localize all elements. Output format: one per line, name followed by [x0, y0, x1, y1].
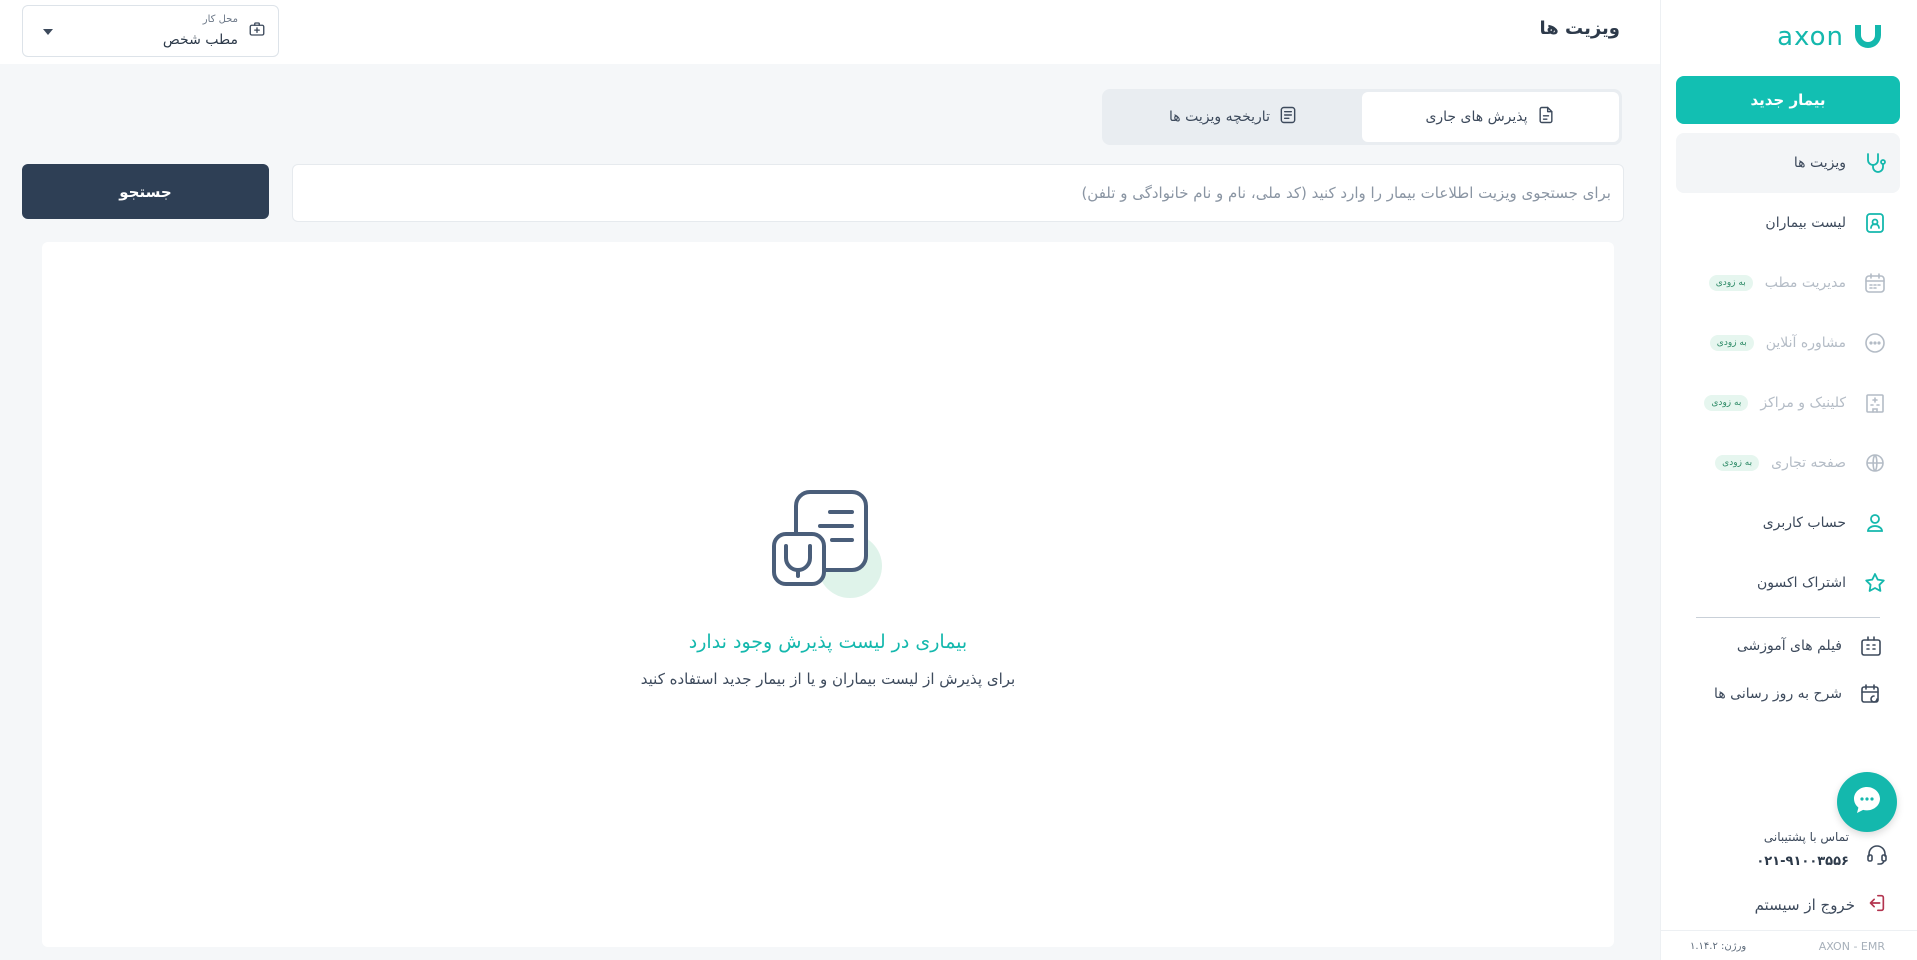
medical-bag-icon: [248, 20, 266, 42]
globe-icon: [1862, 450, 1888, 476]
tab-label: تاریخچه ویزیت ها: [1169, 109, 1270, 125]
support-title: تماس با پشتیبانی: [1763, 830, 1849, 844]
support-phone: ۰۲۱-۹۱۰۰۳۵۵۶: [1756, 854, 1849, 869]
user-icon: [1862, 510, 1888, 536]
empty-state-card: بیماری در لیست پذیرش وجود ندارد برای پذی…: [42, 242, 1614, 947]
sidebar: axon بیمار جدید ویزیت ها لیست بیماران مد…: [1660, 0, 1917, 960]
tab-label: پذیرش های جاری: [1425, 109, 1528, 125]
app-root: ویزیت ها محل کار مطب شخص پذیرش های جاری …: [0, 0, 1917, 960]
sidebar-item-label: حساب کاربری: [1762, 515, 1846, 531]
empty-state-subtitle: برای پذیرش از لیست بیماران و یا از بیمار…: [640, 670, 1016, 688]
sidebar-footer: AXON - EMR ورژن: ۱.۱۴.۲: [1660, 930, 1917, 960]
top-header: ویزیت ها محل کار مطب شخص: [0, 0, 1660, 64]
support-chat-button[interactable]: [1837, 772, 1897, 832]
sidebar-item-label: اشتراک اکسون: [1757, 575, 1846, 591]
sidebar-item-label: مشاوره آنلاین: [1765, 335, 1846, 351]
sidebar-item-tutorial-videos[interactable]: فیلم های آموزشی: [1676, 622, 1900, 670]
sidebar-item-online-consultation[interactable]: مشاوره آنلاین به زودی: [1676, 313, 1900, 373]
video-tutorial-icon: [1858, 633, 1884, 659]
workplace-value: مطب شخص: [162, 32, 238, 48]
calendar-icon: [1862, 270, 1888, 296]
coming-soon-badge: به زودی: [1715, 455, 1760, 471]
footer-brand: AXON - EMR: [1818, 940, 1885, 953]
page-title: ویزیت ها: [1539, 18, 1620, 39]
coming-soon-badge: به زودی: [1708, 275, 1753, 291]
tab-current-admissions[interactable]: پذیرش های جاری: [1362, 92, 1619, 142]
empty-clipboard-stethoscope-icon: [772, 488, 882, 602]
logout-button[interactable]: خروج از سیستم: [1755, 892, 1887, 918]
headset-icon: [1865, 842, 1889, 870]
document-icon: [1536, 105, 1556, 129]
stethoscope-icon: [1862, 150, 1888, 176]
coming-soon-badge: به زودی: [1709, 335, 1754, 351]
sidebar-item-update-notes[interactable]: شرح به روز رسانی ها: [1676, 670, 1900, 718]
support-contact[interactable]: تماس با پشتیبانی ۰۲۱-۹۱۰۰۳۵۵۶: [1709, 830, 1889, 880]
chat-icon: [1850, 783, 1884, 821]
sidebar-item-patient-list[interactable]: لیست بیماران: [1676, 193, 1900, 253]
sidebar-item-visits[interactable]: ویزیت ها: [1676, 133, 1900, 193]
sidebar-item-label: صفحه تجاری: [1771, 455, 1846, 471]
list-document-icon: [1278, 105, 1298, 129]
sidebar-item-label: لیست بیماران: [1765, 215, 1846, 231]
sidebar-item-business-page[interactable]: صفحه تجاری به زودی: [1676, 433, 1900, 493]
logout-icon: [1865, 892, 1887, 918]
star-icon: [1862, 570, 1888, 596]
new-patient-button[interactable]: بیمار جدید: [1676, 76, 1900, 124]
axon-logo-icon: [1855, 25, 1881, 48]
axon-logo: axon: [1777, 20, 1884, 54]
patient-list-icon: [1862, 210, 1888, 236]
logo-text: axon: [1777, 22, 1844, 52]
search-input[interactable]: [292, 164, 1624, 222]
sidebar-item-label: مدیریت مطب: [1764, 275, 1846, 291]
workplace-caption: محل کار: [202, 14, 238, 25]
sidebar-item-label: شرح به روز رسانی ها: [1714, 686, 1842, 702]
sidebar-item-user-account[interactable]: حساب کاربری: [1676, 493, 1900, 553]
tab-visit-history[interactable]: تاریخچه ویزیت ها: [1105, 92, 1362, 142]
empty-state-title: بیماری در لیست پذیرش وجود ندارد: [688, 631, 968, 653]
sidebar-item-axon-subscription[interactable]: اشتراک اکسون: [1676, 553, 1900, 613]
search-button[interactable]: جستجو: [22, 164, 269, 219]
sidebar-nav: ویزیت ها لیست بیماران مدیریت مطب به زودی: [1676, 133, 1900, 718]
calendar-update-icon: [1858, 681, 1884, 707]
sidebar-item-label: ویزیت ها: [1793, 155, 1846, 171]
sidebar-item-clinics-centers[interactable]: کلینیک و مراکز به زودی: [1676, 373, 1900, 433]
coming-soon-badge: به زودی: [1704, 395, 1749, 411]
chat-bubble-icon: [1862, 330, 1888, 356]
visit-tabs: پذیرش های جاری تاریخچه ویزیت ها: [1102, 89, 1622, 145]
caret-down-icon: [43, 29, 53, 35]
sidebar-divider: [1696, 617, 1880, 618]
app-version: ورژن: ۱.۱۴.۲: [1690, 941, 1747, 952]
sidebar-item-clinic-management[interactable]: مدیریت مطب به زودی: [1676, 253, 1900, 313]
workplace-selector[interactable]: محل کار مطب شخص: [22, 5, 279, 57]
sidebar-item-label: کلینیک و مراکز: [1760, 395, 1846, 411]
sidebar-item-label: فیلم های آموزشی: [1736, 638, 1842, 654]
hospital-building-icon: [1862, 390, 1888, 416]
logout-label: خروج از سیستم: [1754, 896, 1855, 914]
